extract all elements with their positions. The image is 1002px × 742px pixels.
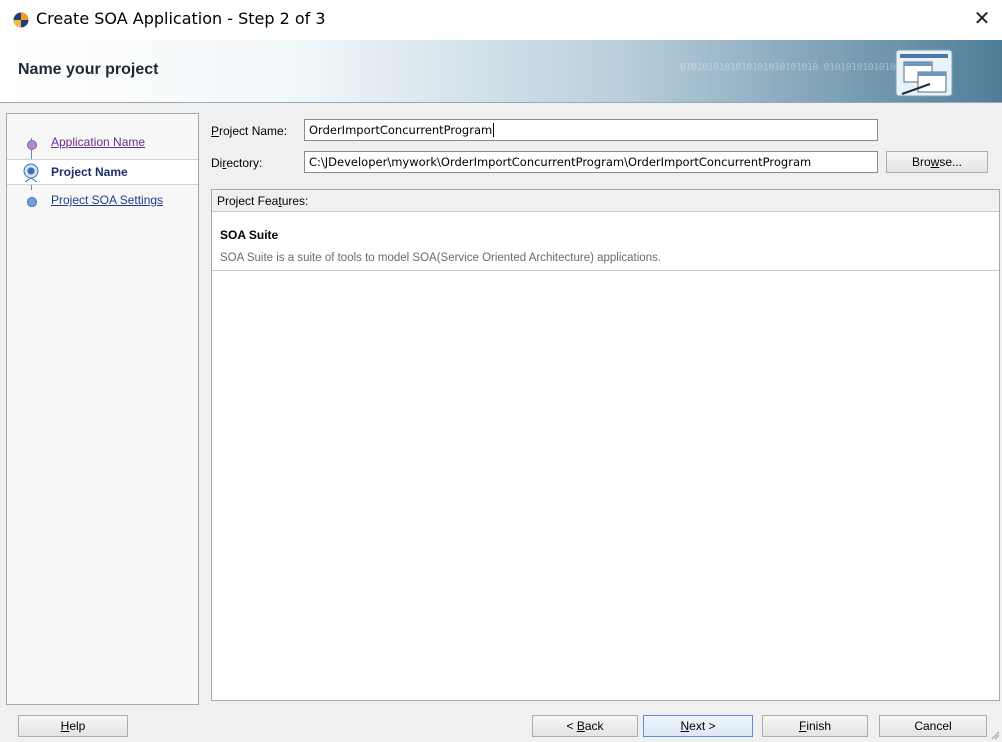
project-name-label: Project Name: — [211, 124, 288, 138]
page-title: Name your project — [18, 61, 159, 78]
close-icon[interactable]: ✕ — [962, 0, 1002, 40]
step-label[interactable]: Project Name — [51, 165, 128, 179]
step-label[interactable]: Project SOA Settings — [51, 193, 163, 207]
browse-button[interactable]: Browse... — [886, 151, 988, 173]
feature-name[interactable]: SOA Suite — [220, 228, 278, 242]
directory-field[interactable]: C:\JDeveloper\mywork\OrderImportConcurre… — [304, 151, 878, 173]
step-label[interactable]: Application Name — [51, 135, 145, 149]
project-name-field[interactable]: OrderImportConcurrentProgram — [304, 119, 878, 141]
cancel-button[interactable]: Cancel — [879, 715, 987, 737]
project-features-panel: Project Features: SOA Suite SOA Suite is… — [211, 189, 1000, 701]
next-button[interactable]: Next > — [643, 715, 753, 737]
window-titlebar: Create SOA Application - Step 2 of 3 ✕ — [0, 0, 1002, 40]
step-application-name[interactable]: Application Name — [7, 131, 198, 155]
pending-step-icon — [27, 197, 37, 207]
wizard-header: Name your project 0101010101010101010101… — [0, 40, 1002, 103]
project-features-title: Project Features: — [217, 194, 309, 208]
directory-label: Directory: — [211, 156, 263, 170]
step-project-name[interactable]: Project Name — [7, 159, 198, 185]
feature-description: SOA Suite is a suite of tools to model S… — [220, 252, 662, 264]
jdeveloper-logo-icon — [13, 12, 29, 28]
wizard-windows-icon — [895, 49, 953, 97]
project-features-header: Project Features: — [212, 190, 999, 212]
current-step-icon — [23, 163, 39, 182]
help-button[interactable]: Help — [18, 715, 128, 737]
divider — [212, 270, 999, 271]
wizard-step-navigator: Application Name Project Name Project SO… — [6, 113, 199, 705]
back-button[interactable]: < Back — [532, 715, 638, 737]
header-binary-decoration: 0101010101010101010101010 0101010101010 — [680, 62, 896, 73]
step-project-soa-settings[interactable]: Project SOA Settings — [7, 189, 198, 213]
visited-step-icon — [27, 140, 37, 150]
finish-button[interactable]: Finish — [762, 715, 868, 737]
resize-grip-icon[interactable] — [990, 730, 1000, 740]
window-title: Create SOA Application - Step 2 of 3 — [36, 9, 326, 28]
